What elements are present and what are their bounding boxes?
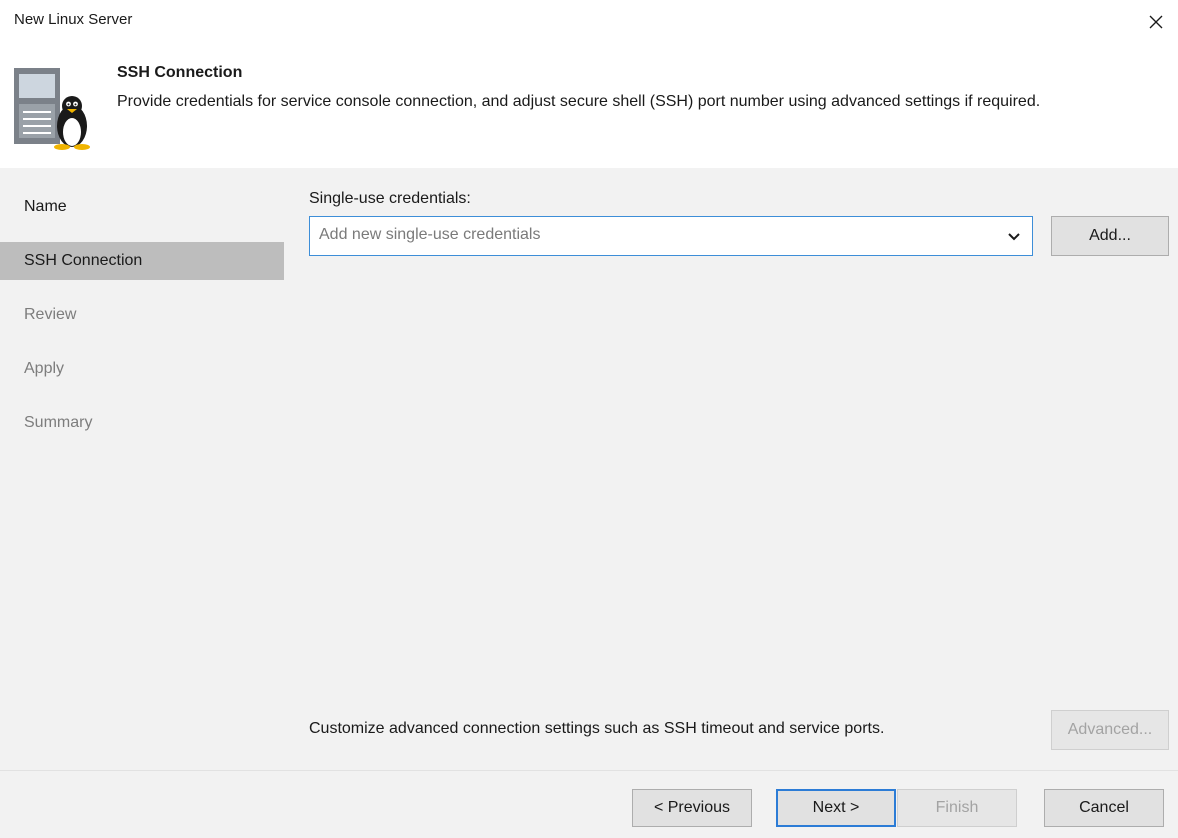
step-name[interactable]: Name [0,188,284,226]
close-icon [1149,15,1163,29]
wizard-footer: < Previous Next > Finish Cancel [0,770,1178,838]
page-title: SSH Connection [117,64,243,81]
next-button[interactable]: Next > [776,789,896,827]
credentials-dropdown[interactable]: Add new single-use credentials [309,216,1033,256]
step-summary: Summary [24,414,93,431]
wizard-steps: Name SSH Connection Review Apply Summary [0,168,302,770]
page-description: Provide credentials for service console … [117,93,1041,110]
main-panel: Single-use credentials: Add new single-u… [302,168,1178,770]
chevron-down-icon [1008,233,1020,241]
cancel-button[interactable]: Cancel [1044,789,1164,827]
linux-server-icon [14,68,90,150]
wizard-header: SSH Connection Provide credentials for s… [0,44,1178,168]
step-ssh-connection[interactable]: SSH Connection [0,242,284,280]
step-review: Review [24,306,77,323]
title-bar: New Linux Server [0,0,1178,44]
window-title: New Linux Server [14,11,133,28]
previous-button[interactable]: < Previous [632,789,752,827]
close-button[interactable] [1134,0,1178,44]
advanced-button: Advanced... [1051,710,1169,750]
add-credentials-button[interactable]: Add... [1051,216,1169,256]
credentials-placeholder: Add new single-use credentials [319,226,541,243]
credentials-label: Single-use credentials: [309,190,471,207]
advanced-settings-text: Customize advanced connection settings s… [309,720,885,737]
finish-button: Finish [897,789,1017,827]
step-apply: Apply [24,360,65,377]
